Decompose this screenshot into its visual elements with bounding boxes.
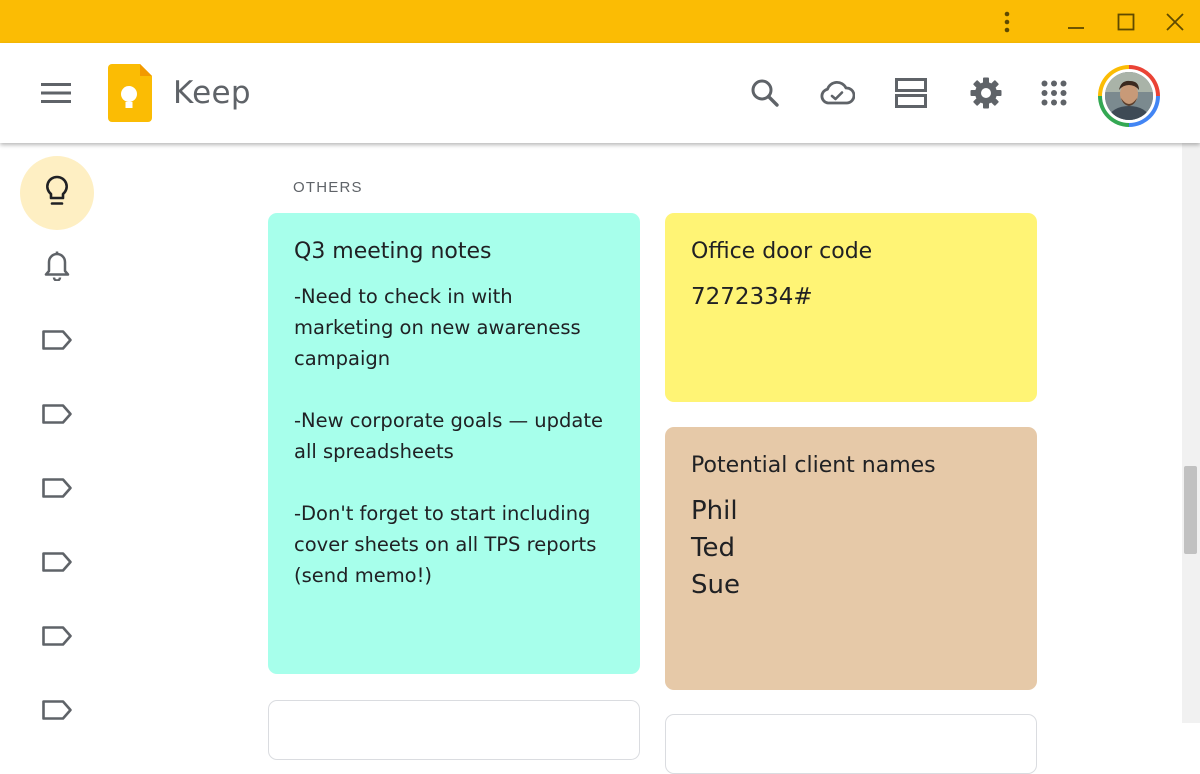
label-icon — [41, 551, 73, 578]
keep-logo-icon[interactable] — [108, 64, 152, 127]
sidebar-item-notes[interactable] — [20, 156, 94, 230]
note-card-potential-client-names[interactable]: Potential client names Phil Ted Sue — [665, 427, 1037, 690]
bell-icon — [44, 251, 70, 286]
note-card-office-door-code[interactable]: Office door code 7272334# — [665, 213, 1037, 402]
sidebar-item-label-4[interactable] — [20, 527, 94, 601]
scrollbar-thumb[interactable] — [1184, 466, 1197, 554]
sidebar-item-label-6[interactable] — [20, 675, 94, 749]
search-icon[interactable] — [741, 69, 789, 117]
note-title: Office door code — [691, 239, 873, 264]
sidebar-item-label-5[interactable] — [20, 601, 94, 675]
note-body: Phil Ted Sue — [691, 496, 740, 600]
sidebar — [0, 143, 120, 723]
minimize-icon[interactable] — [1053, 0, 1099, 43]
app-header: Keep — [0, 43, 1200, 143]
lightbulb-icon — [45, 175, 69, 212]
label-icon — [41, 329, 73, 356]
window-titlebar — [0, 0, 1200, 43]
note-card-q3-meeting-notes[interactable]: Q3 meeting notes -Need to check in with … — [268, 213, 640, 674]
apps-grid-icon[interactable] — [1030, 69, 1078, 117]
close-icon[interactable] — [1152, 0, 1198, 43]
sidebar-item-label-1[interactable] — [20, 305, 94, 379]
app-title: Keep — [173, 75, 251, 111]
label-icon — [41, 625, 73, 652]
list-view-icon[interactable] — [887, 69, 935, 117]
note-body: -Need to check in with marketing on new … — [294, 285, 603, 587]
sidebar-item-label-3[interactable] — [20, 453, 94, 527]
section-label-others: OTHERS — [293, 179, 363, 196]
note-title: Q3 meeting notes — [294, 239, 492, 264]
label-icon — [41, 477, 73, 504]
more-vert-icon[interactable] — [984, 0, 1030, 43]
avatar-photo — [1105, 72, 1153, 120]
note-body: 7272334# — [691, 284, 813, 310]
settings-gear-icon[interactable] — [962, 69, 1010, 117]
note-card-partial[interactable] — [268, 700, 640, 760]
hamburger-menu-icon[interactable] — [32, 69, 80, 117]
cloud-sync-icon[interactable] — [813, 69, 861, 117]
label-icon — [41, 699, 73, 726]
user-avatar[interactable] — [1098, 65, 1160, 127]
sidebar-item-reminders[interactable] — [20, 231, 94, 305]
sidebar-item-label-2[interactable] — [20, 379, 94, 453]
maximize-icon[interactable] — [1103, 0, 1149, 43]
label-icon — [41, 403, 73, 430]
note-title: Potential client names — [691, 453, 936, 478]
scrollbar-track[interactable] — [1182, 143, 1200, 723]
note-card-partial[interactable] — [665, 714, 1037, 774]
